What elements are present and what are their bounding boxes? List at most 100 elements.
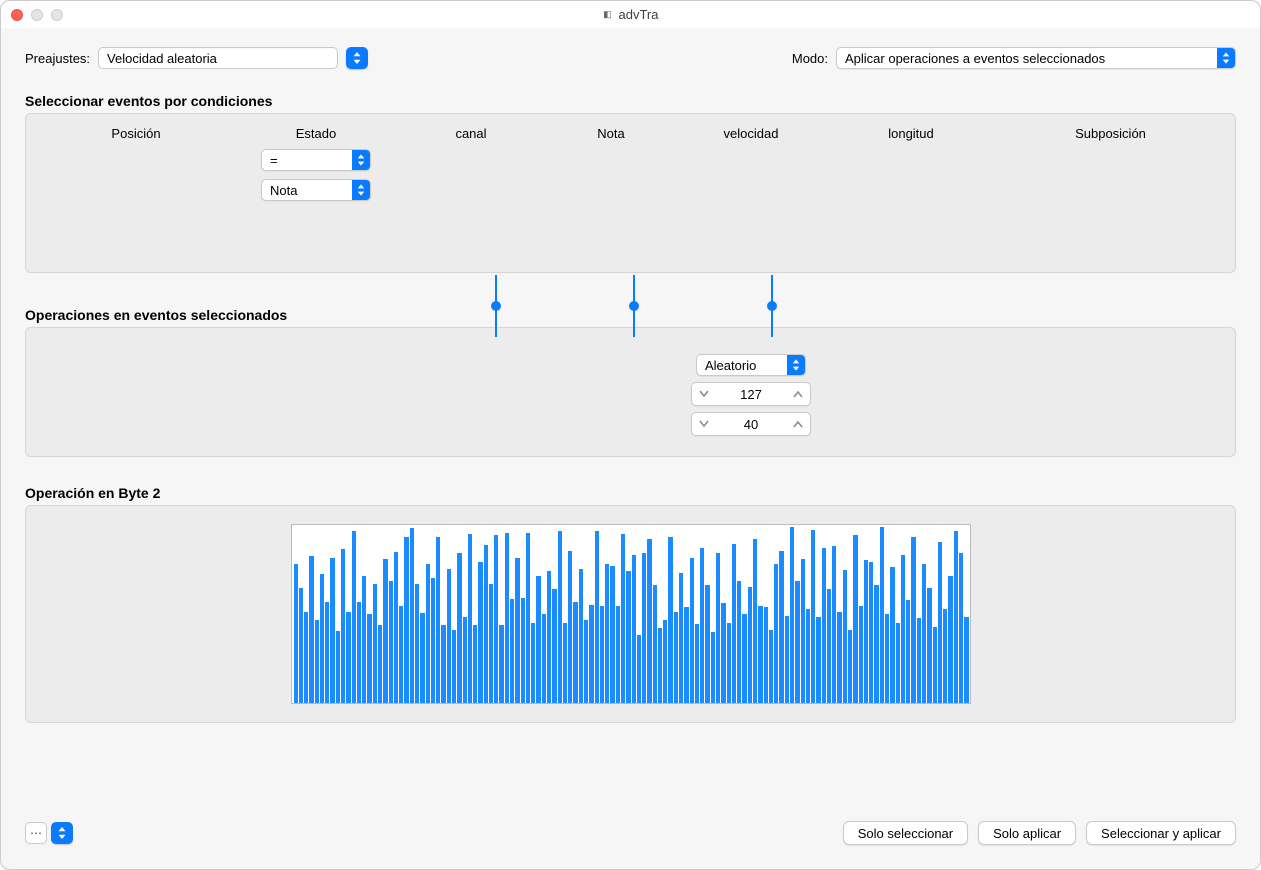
chart-bar	[663, 620, 667, 703]
chart-bar	[367, 614, 371, 703]
column-divider-2[interactable]	[633, 275, 635, 337]
chart-bar	[352, 531, 356, 703]
status-operator-arrow	[352, 150, 370, 170]
chart-bar	[626, 571, 630, 703]
chart-bar	[917, 618, 921, 703]
conditions-row-1: =	[36, 149, 1225, 171]
chart-bar	[896, 623, 900, 703]
stepper-down-button[interactable]	[692, 383, 716, 405]
content-area: Preajustes: Velocidad aleatoria Modo: Ap…	[1, 29, 1260, 869]
minimize-window-button[interactable]	[31, 9, 43, 21]
chart-bar	[837, 612, 841, 703]
preset-name-field[interactable]: Velocidad aleatoria	[98, 47, 338, 69]
updown-icon	[357, 184, 365, 196]
velocity-min-stepper[interactable]: 40	[691, 412, 811, 436]
chart-bar	[552, 589, 556, 703]
chart-bar	[378, 625, 382, 703]
chevron-up-icon	[793, 420, 803, 428]
chart-bar	[394, 552, 398, 703]
chart-bar	[621, 534, 625, 703]
byte2-section-label: Operación en Byte 2	[25, 485, 1236, 501]
presets-group: Preajustes: Velocidad aleatoria	[25, 47, 368, 69]
chevron-down-icon	[699, 420, 709, 428]
chart-bar	[346, 612, 350, 703]
velocity-max-stepper[interactable]: 127	[691, 382, 811, 406]
apply-only-button[interactable]: Solo aplicar	[978, 821, 1076, 845]
chart-bar	[610, 566, 614, 703]
chart-bar	[373, 584, 377, 703]
divider-knob[interactable]	[629, 301, 639, 311]
chart-bar	[637, 635, 641, 703]
conditions-section-label: Seleccionar eventos por condiciones	[25, 93, 1236, 109]
chart-bar	[864, 560, 868, 703]
chart-bar	[558, 531, 562, 703]
velocity-mode-arrow	[787, 355, 805, 375]
chart-bar	[473, 625, 477, 703]
chart-bar	[769, 630, 773, 703]
header-position: Posición	[36, 126, 236, 141]
chart-bar	[510, 599, 514, 703]
chart-bar	[954, 531, 958, 703]
chart-bar	[299, 588, 303, 703]
velocity-mode-select[interactable]: Aleatorio	[696, 354, 806, 376]
status-operator-value: =	[270, 153, 348, 168]
mode-select[interactable]: Aplicar operaciones a eventos selecciona…	[836, 47, 1236, 69]
preset-popup-button[interactable]	[346, 47, 368, 69]
chart-bar	[410, 528, 414, 703]
zoom-window-button[interactable]	[51, 9, 63, 21]
chevron-down-icon	[699, 390, 709, 398]
chart-bar	[959, 553, 963, 703]
chart-bar	[589, 605, 593, 703]
byte2-chart	[291, 524, 971, 704]
chart-bar	[948, 576, 952, 703]
mode-label: Modo:	[792, 51, 828, 66]
chart-bar	[727, 623, 731, 703]
chart-bar	[632, 555, 636, 703]
select-only-button[interactable]: Solo seleccionar	[843, 821, 968, 845]
header-status: Estado	[236, 126, 396, 141]
chart-bar	[447, 569, 451, 703]
chart-bar	[647, 539, 651, 703]
select-and-apply-button[interactable]: Seleccionar y aplicar	[1086, 821, 1236, 845]
column-divider-3[interactable]	[771, 275, 773, 337]
more-options-button[interactable]: ⋯	[25, 822, 47, 844]
titlebar: ◧ advTra	[1, 1, 1260, 29]
document-icon: ◧	[603, 10, 613, 20]
ellipsis-icon: ⋯	[30, 826, 42, 840]
chart-bar	[927, 588, 931, 703]
chart-bar	[579, 569, 583, 703]
chart-bar	[568, 551, 572, 703]
status-value-select[interactable]: Nota	[261, 179, 371, 201]
chart-bar	[869, 562, 873, 703]
updown-icon	[352, 52, 362, 64]
chart-bar	[901, 555, 905, 703]
chart-bar	[499, 625, 503, 703]
divider-knob[interactable]	[767, 301, 777, 311]
chart-bar	[711, 632, 715, 703]
mode-select-arrow	[1217, 48, 1235, 68]
more-options-popup[interactable]	[51, 822, 73, 844]
column-divider-1[interactable]	[495, 275, 497, 337]
stepper-down-button[interactable]	[692, 413, 716, 435]
chart-bar	[832, 546, 836, 703]
divider-knob[interactable]	[491, 301, 501, 311]
chart-bar	[489, 584, 493, 703]
chart-bar	[938, 542, 942, 703]
chart-bar	[801, 559, 805, 703]
status-operator-select[interactable]: =	[261, 149, 371, 171]
chart-bar	[426, 564, 430, 703]
chevron-up-icon	[793, 390, 803, 398]
top-row: Preajustes: Velocidad aleatoria Modo: Ap…	[25, 47, 1236, 69]
chart-bar	[779, 551, 783, 703]
chart-bar	[911, 537, 915, 703]
chart-bar	[404, 537, 408, 703]
chart-bar	[764, 607, 768, 703]
chart-bar	[822, 548, 826, 703]
select-and-apply-label: Seleccionar y aplicar	[1101, 826, 1221, 841]
stepper-up-button[interactable]	[786, 413, 810, 435]
chart-bar	[505, 533, 509, 703]
close-window-button[interactable]	[11, 9, 23, 21]
transform-window: ◧ advTra Preajustes: Velocidad aleatoria…	[0, 0, 1261, 870]
chart-bar	[679, 573, 683, 703]
stepper-up-button[interactable]	[786, 383, 810, 405]
